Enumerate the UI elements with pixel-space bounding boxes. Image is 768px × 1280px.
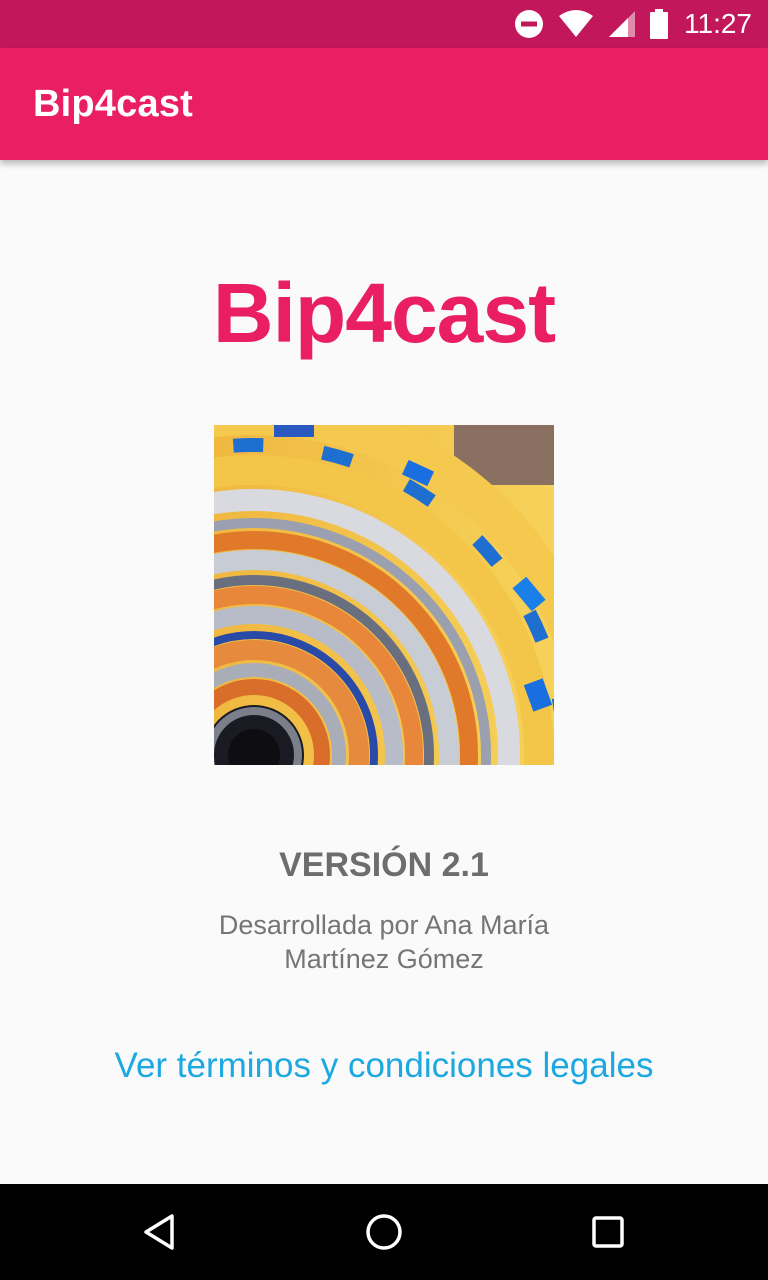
terms-link[interactable]: Ver términos y condiciones legales — [0, 1046, 768, 1086]
version-label: VERSIÓN 2.1 — [279, 846, 489, 884]
home-button[interactable] — [360, 1208, 408, 1256]
status-time: 11:27 — [684, 8, 752, 39]
developer-credit: Desarrollada por Ana María Martínez Góme… — [184, 908, 584, 976]
back-icon — [144, 1214, 174, 1250]
app-bar: Bip4cast — [0, 48, 768, 160]
status-bar: 11:27 — [0, 0, 768, 48]
recents-icon — [592, 1216, 624, 1248]
developer-line-1: Desarrollada por Ana María — [218, 910, 550, 940]
app-bar-title: Bip4cast — [33, 82, 194, 125]
recents-button[interactable] — [584, 1208, 632, 1256]
home-icon — [366, 1214, 402, 1250]
signal-icon — [608, 10, 636, 38]
battery-icon — [650, 9, 668, 39]
back-button[interactable] — [136, 1208, 184, 1256]
developer-line-2: Martínez Gómez — [284, 944, 484, 974]
navigation-bar — [0, 1184, 768, 1280]
fractal-logo-image — [214, 425, 554, 765]
hero-title: Bip4cast — [212, 266, 556, 360]
do-not-disturb-icon — [514, 9, 544, 39]
wifi-icon — [558, 10, 594, 38]
about-content: Bip4cast VERSIÓN 2.1 Desarrollada por An… — [0, 160, 768, 1184]
